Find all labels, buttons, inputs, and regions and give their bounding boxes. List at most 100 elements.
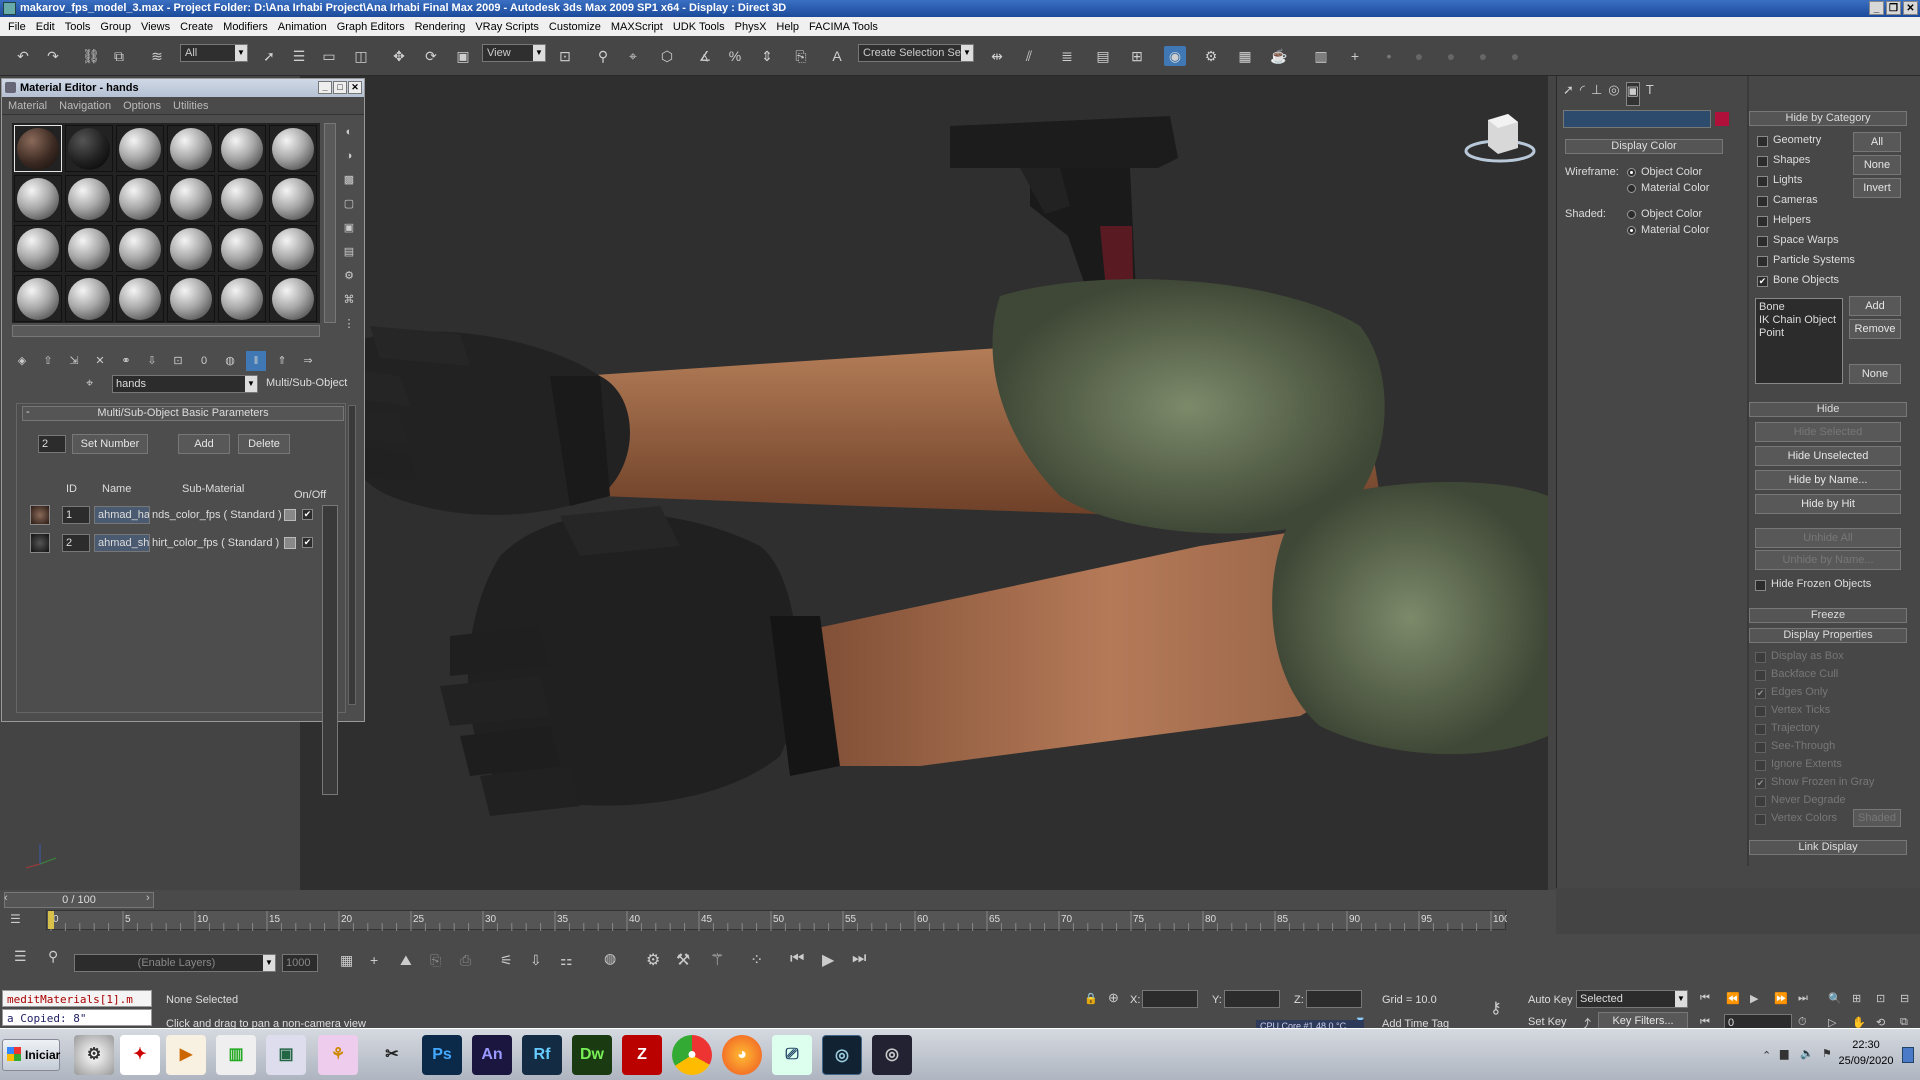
checkbox-lights[interactable] [1757,176,1768,187]
chevron-down-icon[interactable]: ▼ [245,376,257,392]
sample-slot[interactable] [218,175,266,222]
display-color-rollout[interactable]: Display Color [1565,139,1723,154]
none-category-button[interactable]: None [1849,364,1901,384]
physx-tool-icon[interactable]: ⚙ [646,950,660,970]
set-number-button[interactable]: Set Number [72,434,148,454]
unhide-all-button[interactable]: Unhide All [1755,528,1901,548]
close-button[interactable]: ✕ [348,81,362,94]
show-end-result-icon[interactable]: ‖ [246,351,266,371]
z-coord-field[interactable] [1306,990,1362,1008]
set-number-input[interactable]: 2 [38,435,66,453]
grid-icon[interactable]: ▦ [340,952,353,969]
link-display-rollout[interactable]: Link Display [1749,840,1907,855]
sample-slot[interactable] [218,125,266,172]
checkbox-particle-systems[interactable] [1757,256,1768,267]
ignore-extents-checkbox[interactable] [1755,760,1766,771]
app-icon-media[interactable]: ▶ [166,1035,206,1075]
material-id-icon[interactable]: ⊡ [168,351,188,371]
app-icon-rf[interactable]: Rf [522,1035,562,1075]
app-icon-chart[interactable]: ▥ [216,1035,256,1075]
layer-tool-icon[interactable]: ⚏ [560,952,573,969]
sample-slot[interactable] [269,175,317,222]
sample-slot[interactable] [116,225,164,272]
select-manipulate-icon[interactable]: ⚲ [592,46,614,66]
list-item[interactable]: IK Chain Object [1759,314,1839,327]
sample-slot[interactable] [14,125,62,172]
maximize-button[interactable]: □ [333,81,347,94]
material-type-button[interactable]: Multi/Sub-Object [266,377,347,389]
app-icon-3dsmax[interactable]: ◎ [822,1035,862,1075]
menu-customize[interactable]: Customize [545,21,607,33]
clock[interactable]: 22:30 25/09/2020 [1836,1037,1896,1069]
perspective-viewport[interactable] [300,76,1548,890]
time-slider[interactable]: 0 / 100 [4,892,154,908]
select-object-icon[interactable]: ➚ [258,46,280,66]
row-onoff-checkbox[interactable]: ✔ [302,509,313,520]
sample-slot[interactable] [269,125,317,172]
volume-tray-icon[interactable]: 🔈 [1800,1047,1814,1060]
sample-slot[interactable] [14,175,62,222]
app-icon-3dsmax-2[interactable]: ◎ [872,1035,912,1075]
rollout-scrollbar[interactable] [348,405,356,705]
material-editor-icon[interactable]: ◉ [1164,46,1186,66]
sample-slot[interactable] [167,125,215,172]
remove-category-button[interactable]: Remove [1849,319,1901,339]
make-unique-icon[interactable]: ⚭ [116,351,136,371]
tray-arrow-icon[interactable]: ⌃ [1762,1049,1771,1062]
material-name-field[interactable]: hands ▼ [112,375,258,393]
me-menu-material[interactable]: Material [8,97,47,114]
edges-only-checkbox[interactable]: ✔ [1755,688,1766,699]
row-id[interactable]: 2 [62,534,90,552]
category-list[interactable]: Bone IK Chain Object Point [1755,298,1843,384]
restore-button[interactable]: ❐ [1886,1,1901,15]
go-to-end-icon[interactable]: ⏭ [852,950,866,968]
sample-slot[interactable] [269,225,317,272]
see-through-checkbox[interactable] [1755,742,1766,753]
y-coord-field[interactable] [1224,990,1280,1008]
show-in-viewport-icon[interactable]: ◍ [220,351,240,371]
render-teapot-icon[interactable]: ☕ [1268,46,1290,66]
none-button[interactable]: None [1853,155,1901,175]
zoom-extents-all-icon[interactable]: ⊟ [1900,992,1909,1005]
zoom-all-icon[interactable]: ⊞ [1852,992,1861,1005]
create-tab-icon[interactable]: ➚ [1563,82,1574,106]
minimize-button[interactable]: _ [1869,1,1884,15]
pick-material-icon[interactable]: ⌖ [86,375,93,391]
play-icon[interactable]: ▶ [1750,992,1758,1005]
shaded-button[interactable]: Shaded [1853,809,1901,827]
object-color-swatch[interactable] [1715,112,1729,126]
play-icon[interactable]: ▶ [822,950,834,970]
table-scrollbar[interactable] [322,505,338,795]
row-name[interactable]: ahmad_shi [94,534,150,552]
material-navigator-icon[interactable]: ⋮ [340,315,358,333]
display-properties-rollout[interactable]: Display Properties [1749,628,1907,643]
sample-slot[interactable] [218,225,266,272]
move-icon[interactable]: ✥ [388,46,410,66]
lock-icon[interactable]: 🔒 [1084,992,1098,1005]
start-button[interactable]: Iniciar [2,1039,60,1071]
select-by-material-icon[interactable]: ⌘ [340,291,358,309]
layers-spinner[interactable]: 1000 [282,954,318,972]
material-effects-icon[interactable]: 0 [194,351,214,371]
physx-tool-icon[interactable]: ⚚ [710,950,724,970]
close-button[interactable]: ✕ [1903,1,1918,15]
sample-slot[interactable] [218,275,266,322]
viewcube[interactable] [1464,114,1536,163]
never-degrade-checkbox[interactable] [1755,796,1766,807]
chevron-down-icon[interactable]: ▼ [1675,991,1687,1007]
percent-snap-icon[interactable]: % [724,46,746,66]
hide-by-category-rollout[interactable]: Hide by Category [1749,111,1907,126]
wireframe-material-color-radio[interactable] [1627,184,1636,193]
sample-slot[interactable] [14,225,62,272]
next-key-icon[interactable]: ⏩ [1774,992,1788,1005]
window-crossing-icon[interactable]: ◫ [350,46,372,66]
script-icon[interactable]: ▥ [1310,46,1332,66]
delete-button[interactable]: Delete [238,434,290,454]
unlink-icon[interactable]: ⧉ [108,46,130,66]
network-tray-icon[interactable]: ▆ [1780,1047,1788,1060]
layer-tool-icon[interactable]: ⎙ [460,952,471,969]
background-icon[interactable]: ▩ [340,171,358,189]
vertex-colors-checkbox[interactable] [1755,814,1766,825]
shaded-material-color-radio[interactable] [1627,226,1636,235]
snaps-toggle-icon[interactable]: ⬡ [656,46,678,66]
